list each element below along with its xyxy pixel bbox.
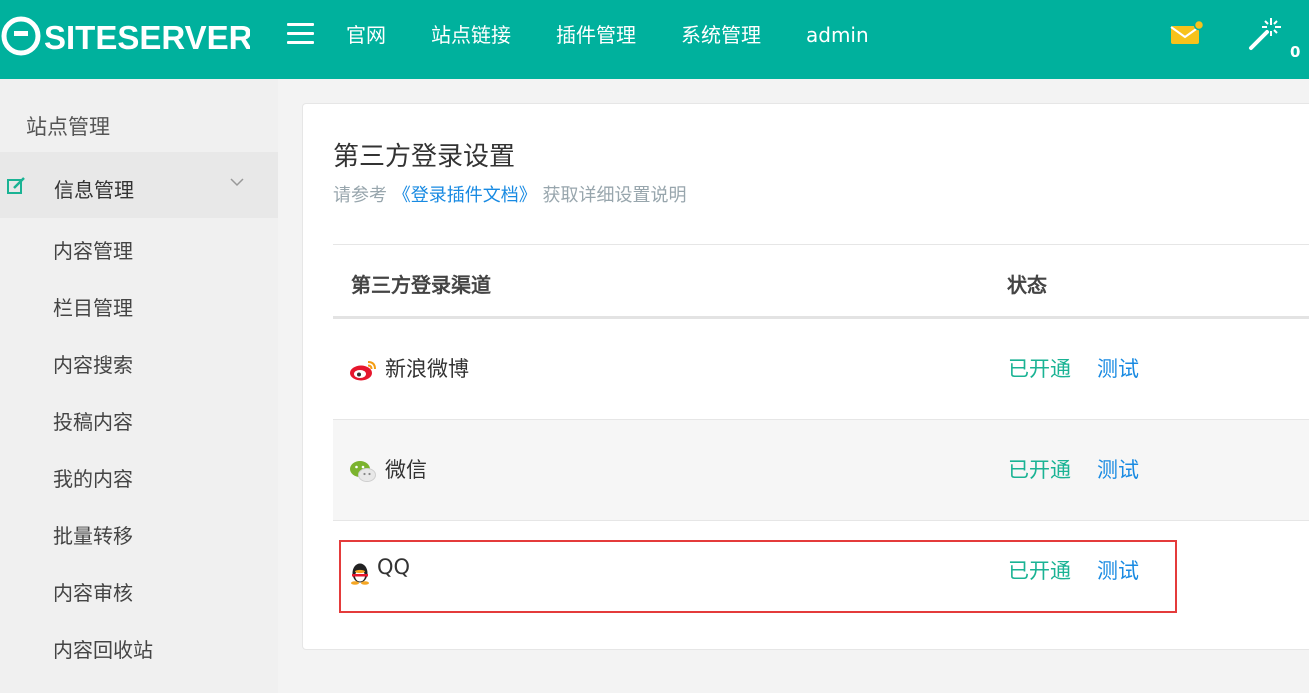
wechat-icon <box>350 461 376 482</box>
table-row: 微信 已开通 测试 <box>333 420 1309 521</box>
page-title: 第三方登录设置 <box>333 142 516 172</box>
sidebar-item-recycle-bin[interactable]: 内容回收站 <box>53 634 153 663</box>
nav-plugin-management[interactable]: 插件管理 <box>556 22 636 48</box>
sidebar-group-info-management[interactable]: 信息管理 <box>0 152 278 218</box>
weibo-icon <box>350 361 376 381</box>
logo-mark: SITESERVER <box>1 16 250 56</box>
sidebar-item-batch-transfer[interactable]: 批量转移 <box>53 520 133 549</box>
logo[interactable]: SITESERVER <box>0 14 250 58</box>
nav-system-management[interactable]: 系统管理 <box>681 22 761 48</box>
divider <box>333 244 1309 245</box>
page-subtitle: 请参考 《登录插件文档》 获取详细设置说明 <box>333 181 686 207</box>
sidebar-item-my-content[interactable]: 我的内容 <box>53 463 133 492</box>
column-header-status: 状态 <box>1007 273 1047 297</box>
highlight-box <box>339 540 1177 613</box>
channel-name: 微信 <box>385 458 427 482</box>
logo-text: SITESERVER <box>44 19 250 56</box>
sidebar-group-label: 信息管理 <box>54 178 134 202</box>
sidebar-item-content-review[interactable]: 内容审核 <box>53 577 133 606</box>
notification-count-badge: 0 <box>1290 43 1301 61</box>
channel-name: 新浪微博 <box>385 357 469 381</box>
status-enabled: 已开通 <box>1008 458 1071 482</box>
sidebar-item-channel-management[interactable]: 栏目管理 <box>53 292 133 321</box>
login-plugin-doc-link[interactable]: 《登录插件文档》 <box>393 185 537 206</box>
nav-user-admin[interactable]: admin <box>806 22 869 48</box>
sidebar-title: 站点管理 <box>26 115 110 139</box>
mail-icon[interactable] <box>1170 19 1205 46</box>
nav-official-site[interactable]: 官网 <box>346 22 386 48</box>
sidebar-item-contributions[interactable]: 投稿内容 <box>53 406 133 435</box>
magic-wand-icon[interactable] <box>1245 14 1285 54</box>
column-header-channel: 第三方登录渠道 <box>351 273 491 297</box>
top-bar: SITESERVER 官网 站点链接 插件管理 系统管理 admin 0 <box>0 0 1309 79</box>
nav-site-links[interactable]: 站点链接 <box>431 22 511 48</box>
chevron-down-icon <box>230 178 244 187</box>
sidebar-item-content-search[interactable]: 内容搜索 <box>53 349 133 378</box>
status-enabled: 已开通 <box>1008 357 1071 381</box>
top-nav: 官网 站点链接 插件管理 系统管理 admin <box>346 22 914 48</box>
subtitle-prefix: 请参考 <box>333 185 387 206</box>
edit-icon <box>7 177 25 194</box>
subtitle-suffix: 获取详细设置说明 <box>542 185 687 206</box>
sidebar-item-content-management[interactable]: 内容管理 <box>53 235 133 264</box>
test-button[interactable]: 测试 <box>1097 353 1139 383</box>
third-party-login-card: 第三方登录设置 请参考 《登录插件文档》 获取详细设置说明 第三方登录渠道 状态… <box>302 103 1309 650</box>
table-row: 新浪微博 已开通 测试 <box>333 319 1309 420</box>
test-button[interactable]: 测试 <box>1097 454 1139 484</box>
menu-toggle-button[interactable] <box>287 23 314 45</box>
